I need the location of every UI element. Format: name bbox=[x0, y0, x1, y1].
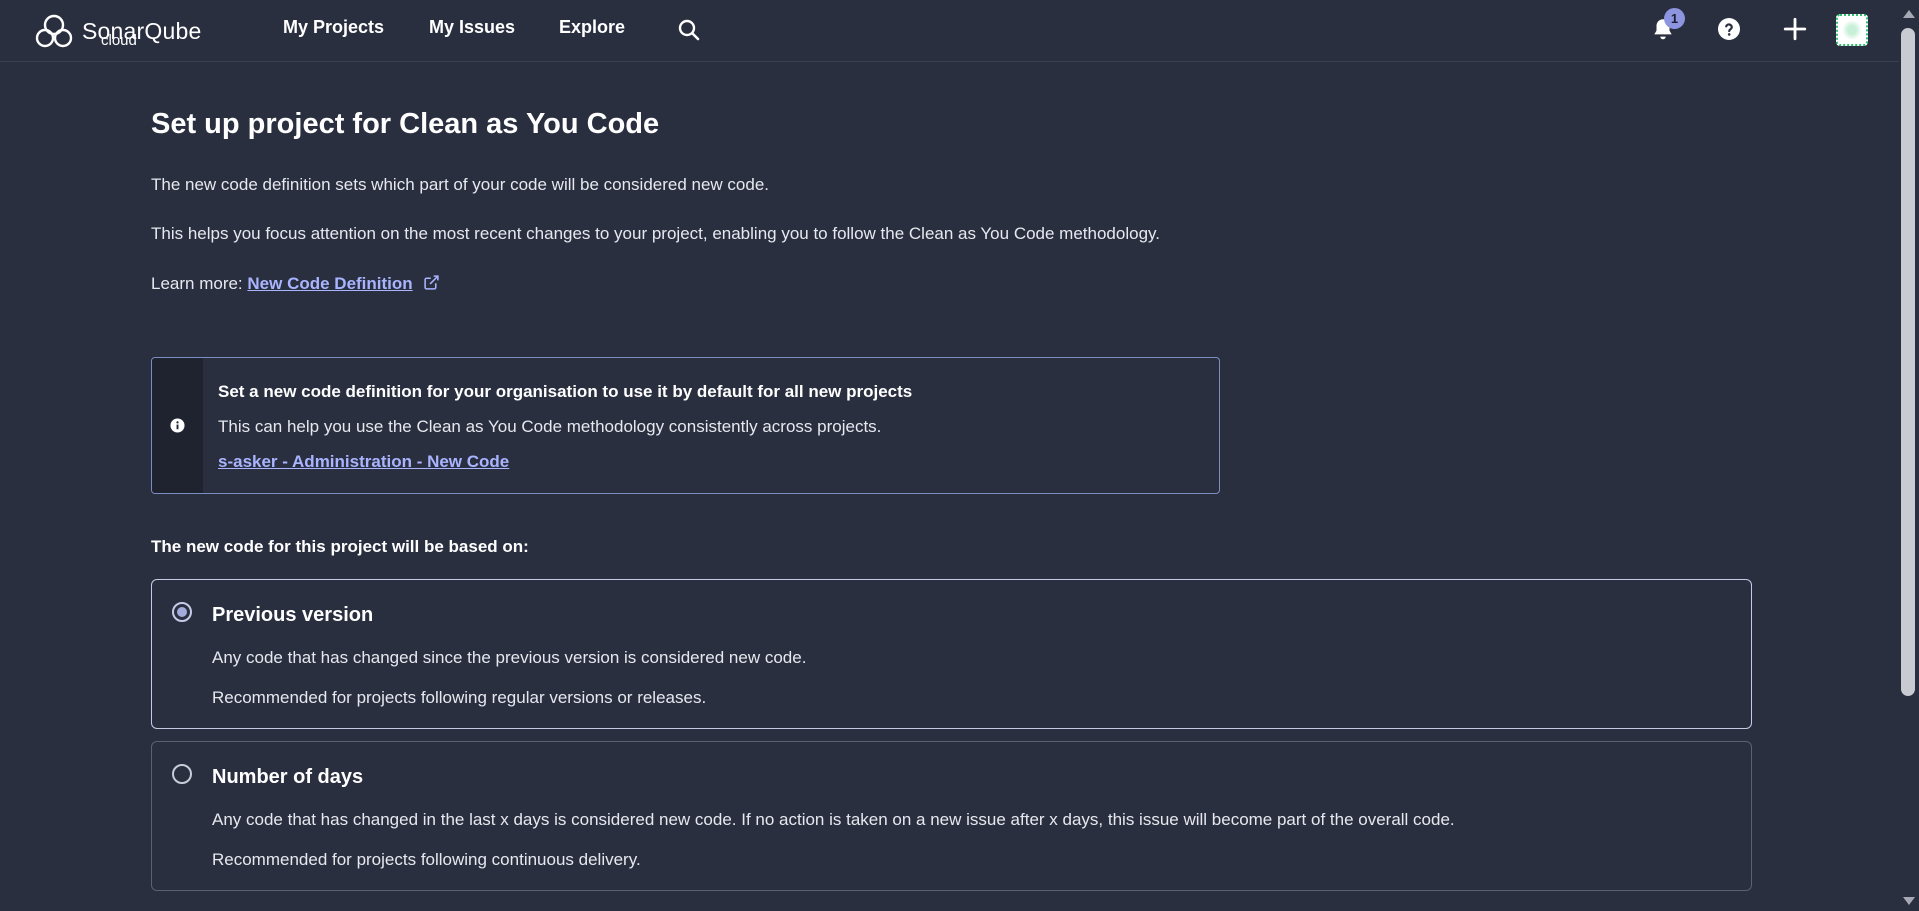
option-previous-version[interactable]: Previous version Any code that has chang… bbox=[151, 579, 1752, 729]
radio-previous-version[interactable] bbox=[172, 602, 192, 622]
option-recommendation: Recommended for projects following conti… bbox=[212, 850, 641, 869]
learn-more-prefix: Learn more: bbox=[151, 274, 248, 293]
logo-sub: cloud bbox=[101, 32, 137, 49]
avatar[interactable] bbox=[1836, 14, 1868, 46]
option-title: Previous version bbox=[212, 604, 374, 626]
option-recommendation: Recommended for projects following regul… bbox=[212, 688, 707, 707]
notification-count-badge: 1 bbox=[1664, 8, 1685, 29]
option-title: Number of days bbox=[212, 766, 364, 788]
organisation-default-info-box: Set a new code definition for your organ… bbox=[151, 357, 1220, 494]
nav-explore[interactable]: Explore bbox=[559, 17, 625, 38]
info-box-text: This can help you use the Clean as You C… bbox=[218, 417, 882, 436]
help-text: This helps you focus attention on the mo… bbox=[151, 224, 1160, 243]
scrollbar-thumb[interactable] bbox=[1901, 28, 1915, 696]
cloud-logo-icon bbox=[35, 14, 73, 48]
new-code-definition-link-label: New Code Definition bbox=[247, 274, 413, 293]
nav-my-issues[interactable]: My Issues bbox=[429, 17, 515, 38]
help-icon[interactable] bbox=[1717, 17, 1741, 41]
plus-icon[interactable] bbox=[1782, 16, 1808, 42]
external-link-icon[interactable] bbox=[423, 274, 440, 291]
info-icon bbox=[170, 418, 185, 433]
new-code-definition-link[interactable]: New Code Definition bbox=[247, 274, 412, 293]
top-navigation: SonarQube cloud My Projects My Issues Ex… bbox=[0, 0, 1899, 62]
learn-more: Learn more: New Code Definition bbox=[151, 274, 440, 294]
nav-my-projects[interactable]: My Projects bbox=[283, 17, 384, 38]
option-number-of-days[interactable]: Number of days Any code that has changed… bbox=[151, 741, 1752, 891]
option-description: Any code that has changed since the prev… bbox=[212, 648, 807, 667]
search-icon[interactable] bbox=[677, 18, 701, 42]
options-label: The new code for this project will be ba… bbox=[151, 537, 529, 556]
option-description: Any code that has changed in the last x … bbox=[212, 810, 1455, 829]
info-box-title: Set a new code definition for your organ… bbox=[218, 382, 913, 401]
intro-text: The new code definition sets which part … bbox=[151, 175, 770, 194]
info-box-sidebar bbox=[152, 358, 203, 493]
scroll-up-arrow-icon[interactable] bbox=[1903, 10, 1915, 18]
scroll-down-arrow-icon[interactable] bbox=[1903, 897, 1915, 905]
page-title: Set up project for Clean as You Code bbox=[151, 108, 660, 140]
radio-number-of-days[interactable] bbox=[172, 764, 192, 784]
logo-name: SonarQube bbox=[82, 17, 202, 44]
administration-new-code-link[interactable]: s-asker - Administration - New Code bbox=[218, 452, 509, 472]
